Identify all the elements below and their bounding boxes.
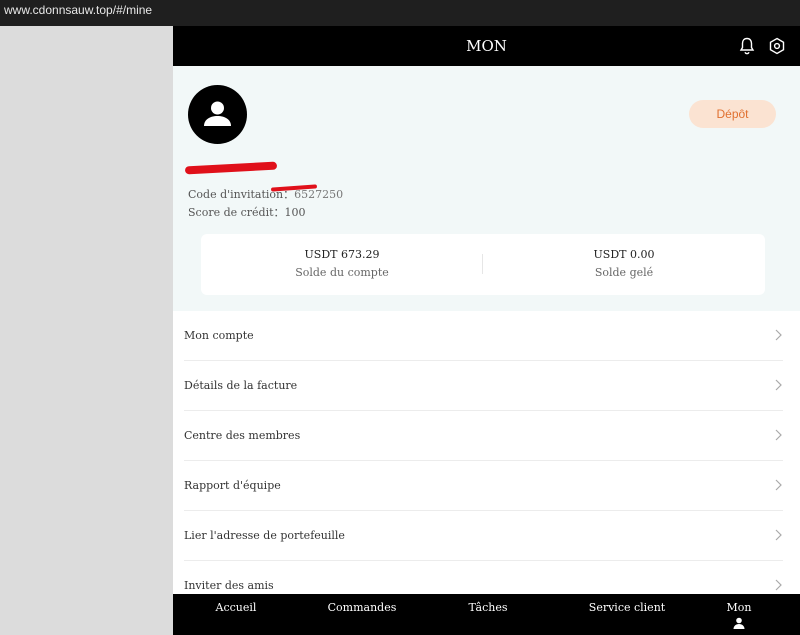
balance-card: USDT 673.29 Solde du compte USDT 0.00 So…	[201, 234, 765, 295]
invitation-code-value: 6527250	[294, 188, 344, 201]
user-icon	[733, 617, 745, 629]
page-title: MON	[466, 37, 507, 55]
menu-item-label: Centre des membres	[184, 429, 301, 442]
user-icon	[204, 101, 231, 126]
invitation-code-row: Code d'invitation：6527250	[188, 186, 343, 202]
menu-item-wallet-address[interactable]: Lier l'adresse de portefeuille	[184, 511, 783, 561]
credit-score-label: Score de crédit：	[188, 206, 285, 219]
gear-icon[interactable]	[768, 37, 786, 55]
account-balance-amount: USDT 673.29	[304, 248, 380, 261]
menu-item-team-report[interactable]: Rapport d'équipe	[184, 461, 783, 511]
chevron-right-icon	[775, 579, 782, 591]
frozen-balance-amount: USDT 0.00	[593, 248, 655, 261]
account-balance[interactable]: USDT 673.29 Solde du compte	[201, 248, 483, 279]
app-container: MON Dépôt Code d'invitation：6527250 Scor…	[173, 26, 800, 635]
page-margin	[0, 26, 173, 635]
deposit-button[interactable]: Dépôt	[689, 100, 776, 128]
redacted-username	[184, 161, 278, 175]
address-bar[interactable]: www.cdonnsauw.top/#/mine	[0, 0, 800, 26]
avatar[interactable]	[188, 85, 247, 144]
menu-item-label: Rapport d'équipe	[184, 479, 281, 492]
menu-item-label: Détails de la facture	[184, 379, 298, 392]
menu-item-label: Mon compte	[184, 329, 254, 342]
header: MON	[173, 26, 800, 66]
menu-item-member-center[interactable]: Centre des membres	[184, 411, 783, 461]
chevron-right-icon	[775, 379, 782, 391]
chevron-right-icon	[775, 329, 782, 341]
bell-icon[interactable]	[739, 37, 755, 55]
frozen-balance-label: Solde gelé	[594, 266, 654, 279]
menu-item-label: Inviter des amis	[184, 579, 274, 592]
tab-tasks[interactable]: Tâches	[443, 601, 533, 614]
chevron-right-icon	[775, 479, 782, 491]
account-balance-label: Solde du compte	[295, 266, 389, 279]
menu-list: Mon compte Détails de la facture Centre …	[173, 311, 800, 611]
credit-score-row: Score de crédit：100	[188, 204, 306, 220]
menu-item-invoice-details[interactable]: Détails de la facture	[184, 361, 783, 411]
chevron-right-icon	[775, 429, 782, 441]
frozen-balance[interactable]: USDT 0.00 Solde gelé	[483, 248, 765, 279]
credit-score-value: 100	[284, 206, 306, 219]
bottom-tab-bar: Accueil Commandes Tâches Service client …	[173, 594, 800, 635]
tab-mine[interactable]: Mon	[703, 601, 775, 614]
chevron-right-icon	[775, 529, 782, 541]
tab-orders[interactable]: Commandes	[313, 601, 411, 614]
tab-home[interactable]: Accueil	[193, 601, 279, 614]
tab-customer-service[interactable]: Service client	[565, 601, 689, 614]
menu-item-label: Lier l'adresse de portefeuille	[184, 529, 345, 542]
menu-item-my-account[interactable]: Mon compte	[184, 311, 783, 361]
profile-section: Dépôt Code d'invitation：6527250 Score de…	[173, 66, 800, 311]
